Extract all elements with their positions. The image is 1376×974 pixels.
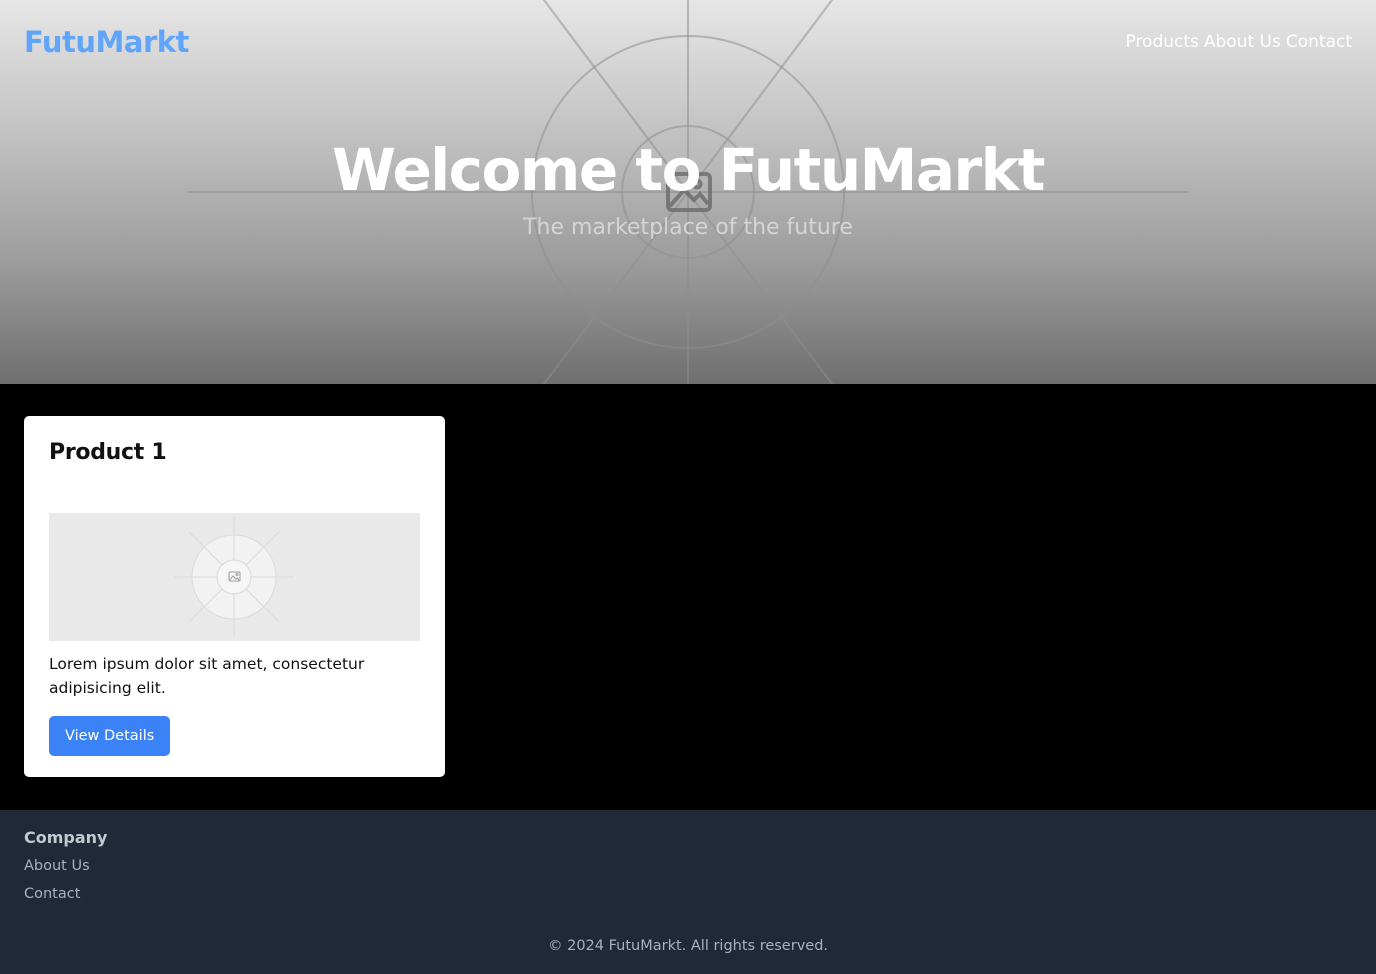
product-title: Product 1 [49, 440, 167, 465]
products-section: Product 1 Lorem ipsum dolor sit amet, co… [0, 384, 1376, 810]
hero-section: FutuMarkt Products About Us Contact Welc… [0, 0, 1376, 384]
product-description: Lorem ipsum dolor sit amet, consectetur … [49, 655, 365, 697]
copyright-text: © 2024 FutuMarkt. All rights reserved. [547, 938, 829, 954]
brand-logo[interactable]: FutuMarkt [24, 25, 189, 59]
product-image [49, 513, 420, 641]
hero-title: Welcome to FutuMarkt [332, 136, 1045, 204]
page-footer: Company About Us Contact © 2024 FutuMark… [0, 810, 1376, 974]
product-card: Product 1 Lorem ipsum dolor sit amet, co… [24, 416, 445, 777]
top-navbar: FutuMarkt Products About Us Contact [0, 0, 1376, 84]
footer-link-about-us[interactable]: About Us [24, 858, 1352, 875]
nav-link-about-us[interactable]: About Us [1204, 32, 1281, 52]
footer-link-contact[interactable]: Contact [24, 886, 1352, 903]
nav-link-products[interactable]: Products [1125, 32, 1198, 52]
nav-links: Products About Us Contact [1125, 32, 1352, 52]
view-details-button[interactable]: View Details [49, 716, 171, 756]
hero-subtitle: The marketplace of the future [523, 215, 853, 240]
hero-text: Welcome to FutuMarkt The marketplace of … [0, 130, 1376, 244]
nav-link-contact[interactable]: Contact [1286, 32, 1352, 52]
footer-heading-company: Company [24, 828, 108, 847]
